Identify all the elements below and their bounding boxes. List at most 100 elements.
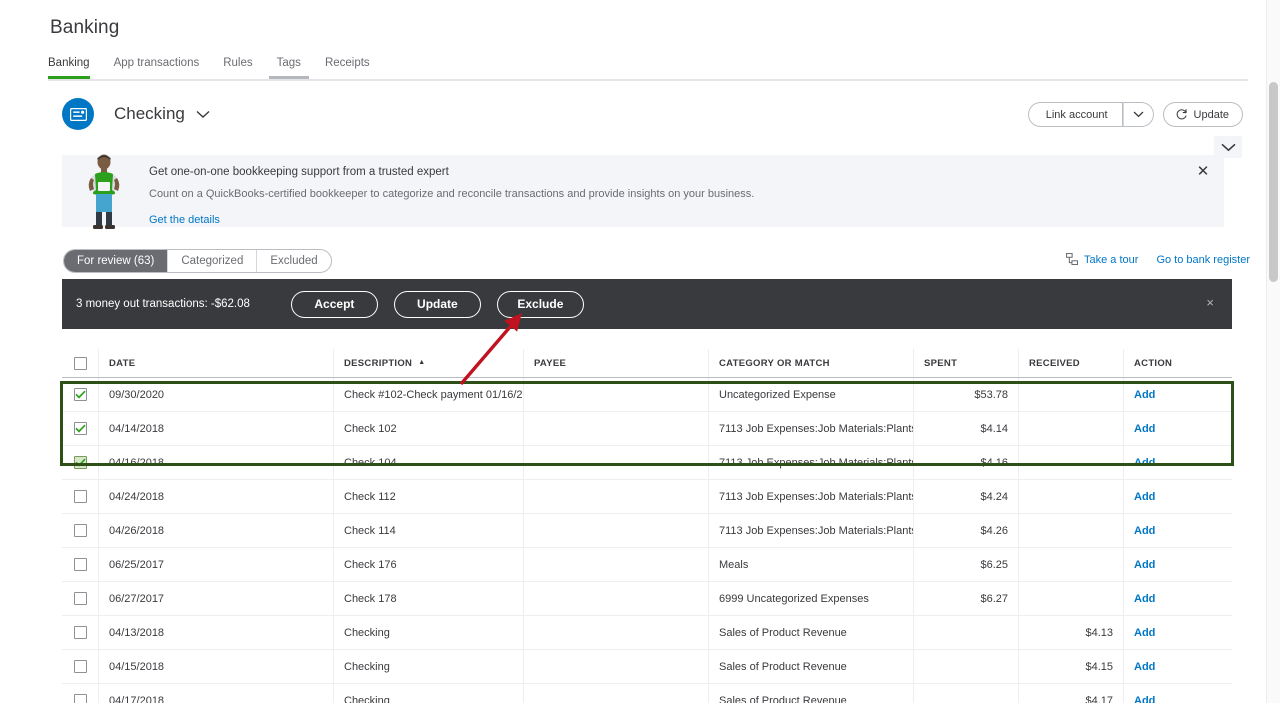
link-account-dropdown-button[interactable] bbox=[1122, 102, 1154, 127]
exclude-button[interactable]: Exclude bbox=[496, 290, 584, 318]
table-row[interactable]: 04/15/2018 Checking Sales of Product Reven… bbox=[62, 650, 1232, 684]
cell-action: Add bbox=[1124, 480, 1232, 513]
banner-text-block: Get one-on-one bookkeeping support from … bbox=[149, 166, 754, 226]
add-link[interactable]: Add bbox=[1134, 559, 1155, 571]
column-header-received[interactable]: RECEIVED bbox=[1019, 349, 1124, 377]
chevron-down-icon[interactable] bbox=[196, 110, 210, 119]
add-link[interactable]: Add bbox=[1134, 423, 1155, 435]
cell-payee[interactable] bbox=[524, 480, 709, 513]
cell-description: Check 102 bbox=[334, 412, 524, 445]
cell-payee[interactable] bbox=[524, 582, 709, 615]
row-checkbox[interactable] bbox=[73, 490, 87, 503]
add-link[interactable]: Add bbox=[1134, 525, 1155, 537]
table-row[interactable]: 09/30/2020 Check #102-Check payment 01/16… bbox=[62, 378, 1232, 412]
tab-banking-label: Banking bbox=[48, 57, 90, 69]
tab-app-transactions[interactable]: App transactions bbox=[102, 57, 212, 77]
bookkeeping-promo-banner: Get one-on-one bookkeeping support from … bbox=[62, 154, 1224, 229]
vertical-scrollbar-thumb[interactable] bbox=[1269, 82, 1278, 282]
account-selector[interactable]: Checking bbox=[62, 98, 210, 130]
cell-payee[interactable] bbox=[524, 616, 709, 649]
row-select-cell bbox=[62, 548, 99, 581]
cell-received bbox=[1019, 514, 1124, 547]
cell-date: 04/15/2018 bbox=[99, 650, 334, 683]
cell-category[interactable]: Uncategorized Expense bbox=[709, 378, 914, 411]
row-checkbox[interactable] bbox=[73, 592, 87, 605]
add-link[interactable]: Add bbox=[1134, 491, 1155, 503]
row-select-cell bbox=[62, 514, 99, 547]
table-row[interactable]: 04/16/2018 Check 104 7113 Job Expenses:Job… bbox=[62, 446, 1232, 480]
row-checkbox[interactable] bbox=[73, 524, 87, 537]
close-icon[interactable]: × bbox=[1206, 296, 1214, 309]
add-link[interactable]: Add bbox=[1134, 661, 1155, 673]
table-row[interactable]: 04/13/2018 Checking Sales of Product Reven… bbox=[62, 616, 1232, 650]
tab-rules-underline bbox=[211, 76, 264, 79]
bulk-action-buttons: Accept Update Exclude bbox=[290, 290, 584, 318]
cell-category[interactable]: 7113 Job Expenses:Job Materials:Plants &… bbox=[709, 480, 914, 513]
cell-category[interactable]: 7113 Job Expenses:Job Materials:Plants &… bbox=[709, 514, 914, 547]
tab-rules[interactable]: Rules bbox=[211, 57, 264, 77]
column-header-category[interactable]: CATEGORY OR MATCH bbox=[709, 349, 914, 377]
cell-received bbox=[1019, 378, 1124, 411]
column-header-payee[interactable]: PAYEE bbox=[524, 349, 709, 377]
column-header-spent[interactable]: SPENT bbox=[914, 349, 1019, 377]
cell-payee[interactable] bbox=[524, 412, 709, 445]
filter-for-review[interactable]: For review (63) bbox=[64, 250, 169, 272]
cell-date: 04/26/2018 bbox=[99, 514, 334, 547]
link-account-button[interactable]: Link account bbox=[1027, 102, 1123, 127]
table-row[interactable]: 06/27/2017 Check 178 6999 Uncategorized Ex… bbox=[62, 582, 1232, 616]
row-checkbox[interactable] bbox=[73, 626, 87, 639]
row-checkbox[interactable] bbox=[73, 388, 87, 401]
cell-action: Add bbox=[1124, 548, 1232, 581]
row-checkbox[interactable] bbox=[73, 558, 87, 571]
vertical-scrollbar[interactable] bbox=[1266, 0, 1280, 720]
cell-payee[interactable] bbox=[524, 378, 709, 411]
update-selected-button[interactable]: Update bbox=[393, 290, 481, 318]
add-link[interactable]: Add bbox=[1134, 593, 1155, 605]
filter-excluded[interactable]: Excluded bbox=[257, 250, 330, 272]
cell-category[interactable]: Meals bbox=[709, 548, 914, 581]
cell-payee[interactable] bbox=[524, 514, 709, 547]
table-row[interactable]: 04/26/2018 Check 114 7113 Job Expenses:Job… bbox=[62, 514, 1232, 548]
cell-payee[interactable] bbox=[524, 446, 709, 479]
tab-tags-label: Tags bbox=[276, 57, 301, 69]
cell-date: 06/27/2017 bbox=[99, 582, 334, 615]
cell-received bbox=[1019, 480, 1124, 513]
row-checkbox[interactable] bbox=[73, 660, 87, 673]
row-checkbox[interactable] bbox=[73, 456, 87, 469]
filter-categorized[interactable]: Categorized bbox=[168, 250, 258, 272]
main-tab-bar: Banking App transactions Rules Tags Rece… bbox=[48, 57, 1248, 81]
cell-payee[interactable] bbox=[524, 548, 709, 581]
select-all-checkbox[interactable] bbox=[73, 356, 87, 370]
tab-banking[interactable]: Banking bbox=[48, 57, 102, 79]
cell-category[interactable]: 7113 Job Expenses:Job Materials:Plants &… bbox=[709, 446, 914, 479]
column-header-description[interactable]: DESCRIPTION ▲ bbox=[334, 349, 524, 377]
add-link[interactable]: Add bbox=[1134, 627, 1155, 639]
take-a-tour-link[interactable]: Take a tour bbox=[1066, 253, 1138, 266]
close-icon[interactable]: ✕ bbox=[1194, 162, 1212, 180]
tab-receipts[interactable]: Receipts bbox=[313, 57, 382, 77]
cell-category[interactable]: Sales of Product Revenue bbox=[709, 616, 914, 649]
cell-category[interactable]: 6999 Uncategorized Expenses bbox=[709, 582, 914, 615]
transactions-table: DATE DESCRIPTION ▲ PAYEE CATEGORY OR MAT… bbox=[62, 349, 1232, 718]
column-header-date[interactable]: DATE bbox=[99, 349, 334, 377]
cell-date: 04/13/2018 bbox=[99, 616, 334, 649]
cell-payee[interactable] bbox=[524, 650, 709, 683]
table-row[interactable]: 04/14/2018 Check 102 7113 Job Expenses:Job… bbox=[62, 412, 1232, 446]
table-row[interactable]: 06/25/2017 Check 176 Meals $6.25 Add bbox=[62, 548, 1232, 582]
accept-button[interactable]: Accept bbox=[290, 290, 378, 318]
tab-tags[interactable]: Tags bbox=[265, 57, 313, 79]
get-the-details-link[interactable]: Get the details bbox=[149, 214, 754, 226]
add-link[interactable]: Add bbox=[1134, 457, 1155, 469]
bank-account-icon bbox=[62, 98, 94, 130]
cell-spent: $4.16 bbox=[914, 446, 1019, 479]
row-checkbox[interactable] bbox=[73, 422, 87, 435]
table-row[interactable]: 04/24/2018 Check 112 7113 Job Expenses:Job… bbox=[62, 480, 1232, 514]
cell-spent bbox=[914, 616, 1019, 649]
cell-action: Add bbox=[1124, 514, 1232, 547]
go-to-bank-register-link[interactable]: Go to bank register bbox=[1156, 254, 1250, 266]
update-button[interactable]: Update bbox=[1162, 102, 1243, 127]
tour-icon bbox=[1066, 253, 1079, 266]
add-link[interactable]: Add bbox=[1134, 389, 1155, 401]
cell-category[interactable]: Sales of Product Revenue bbox=[709, 650, 914, 683]
cell-category[interactable]: 7113 Job Expenses:Job Materials:Plants &… bbox=[709, 412, 914, 445]
